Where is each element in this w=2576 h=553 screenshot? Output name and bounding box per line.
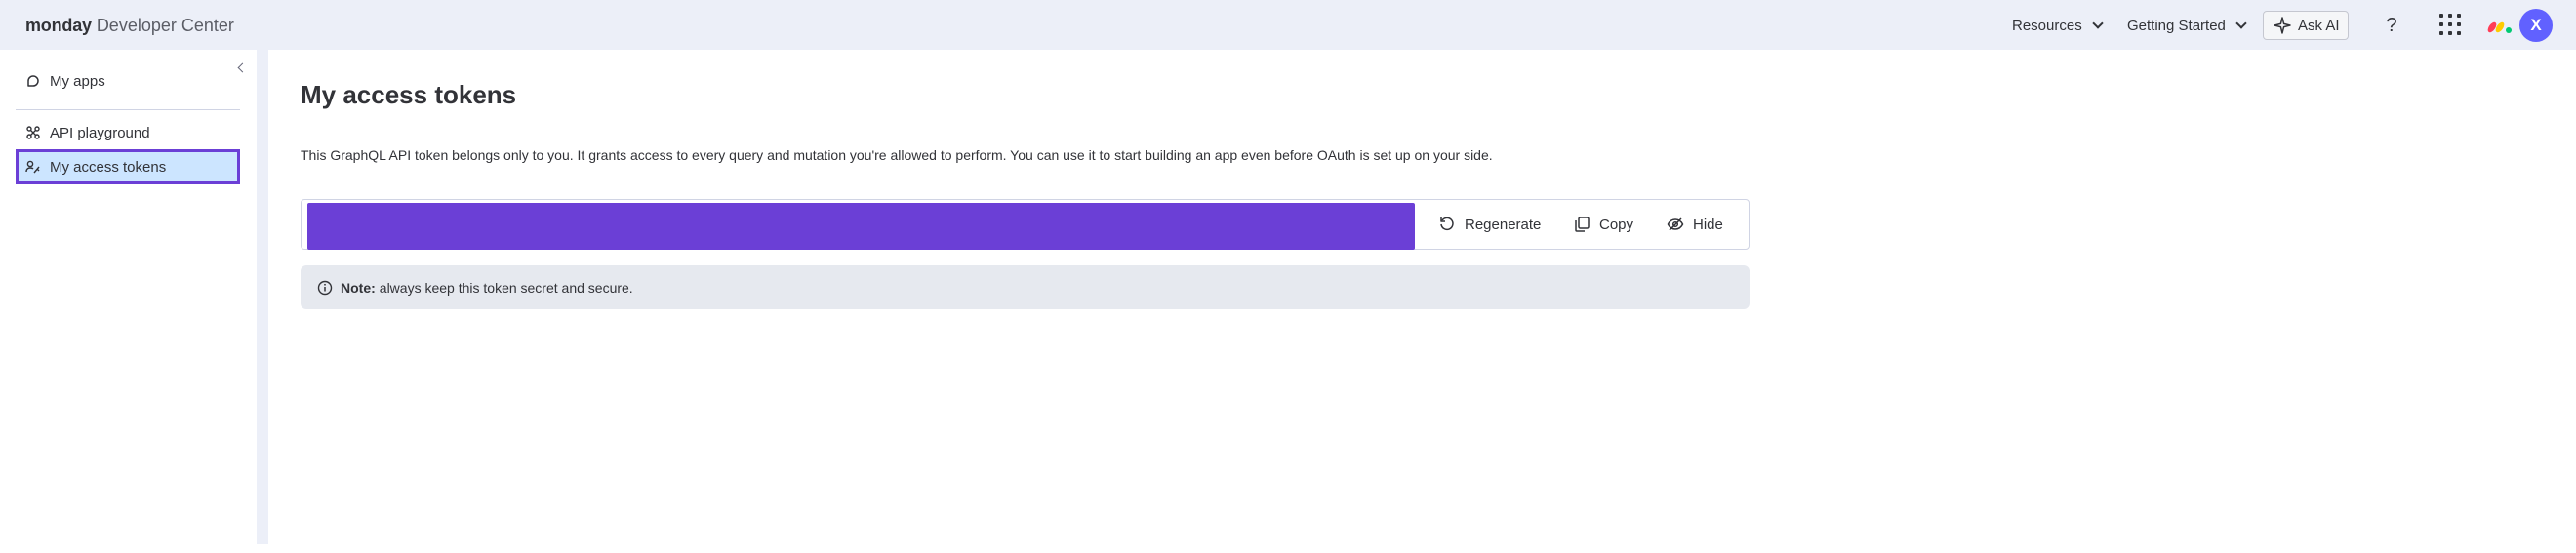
sidebar-item-label: My apps — [50, 72, 105, 90]
access-token-icon — [25, 160, 40, 174]
chevron-down-icon — [2092, 17, 2104, 29]
token-description: This GraphQL API token belongs only to y… — [301, 147, 1493, 163]
sidebar-item-label: My access tokens — [50, 158, 167, 176]
user-avatar[interactable]: X — [2519, 9, 2553, 42]
apps-grid-icon[interactable] — [2439, 14, 2463, 37]
sidebar-item-label: API playground — [50, 124, 150, 141]
note-text: always keep this token secret and secure… — [379, 279, 633, 296]
copy-label: Copy — [1599, 216, 1634, 233]
brand-product: Developer Center — [96, 16, 234, 35]
hide-label: Hide — [1693, 216, 1723, 233]
resources-label: Resources — [2012, 17, 2082, 34]
refresh-icon — [1440, 217, 1454, 231]
brand-logo[interactable]: monday Developer Center — [25, 13, 234, 38]
brand-name: monday — [25, 16, 92, 35]
top-bar: monday Developer Center Resources Getting… — [0, 0, 2576, 50]
token-field[interactable] — [307, 203, 1415, 250]
getting-started-label: Getting Started — [2127, 17, 2226, 34]
resources-menu[interactable]: Resources — [2012, 13, 2104, 38]
help-icon[interactable]: ? — [2382, 11, 2401, 40]
ask-ai-label: Ask AI — [2298, 17, 2340, 34]
playground-icon — [26, 126, 40, 139]
ask-ai-button[interactable]: Ask AI — [2263, 11, 2349, 40]
sidebar-separator — [16, 109, 240, 110]
copy-button[interactable]: Copy — [1573, 211, 1633, 238]
sidebar-item-api-playground[interactable]: API playground — [16, 115, 240, 150]
sparkle-icon — [2274, 17, 2291, 34]
hide-button[interactable]: Hide — [1667, 211, 1723, 238]
chevron-down-icon — [2235, 17, 2247, 29]
monday-logo-icon — [2487, 21, 2512, 33]
note-label: Note: — [341, 279, 376, 296]
copy-icon — [1575, 217, 1590, 232]
regenerate-label: Regenerate — [1465, 216, 1542, 233]
page-title: My access tokens — [301, 80, 517, 109]
apps-icon — [27, 75, 39, 87]
eye-off-icon — [1667, 217, 1684, 231]
getting-started-menu[interactable]: Getting Started — [2127, 13, 2247, 38]
sidebar-divider-strip — [257, 50, 268, 544]
info-icon — [317, 280, 333, 295]
regenerate-button[interactable]: Regenerate — [1438, 211, 1541, 238]
sidebar-item-my-apps[interactable]: My apps — [16, 63, 240, 99]
security-note: Note: always keep this token secret and … — [301, 265, 1750, 309]
sidebar-item-my-access-tokens[interactable]: My access tokens — [16, 149, 240, 184]
